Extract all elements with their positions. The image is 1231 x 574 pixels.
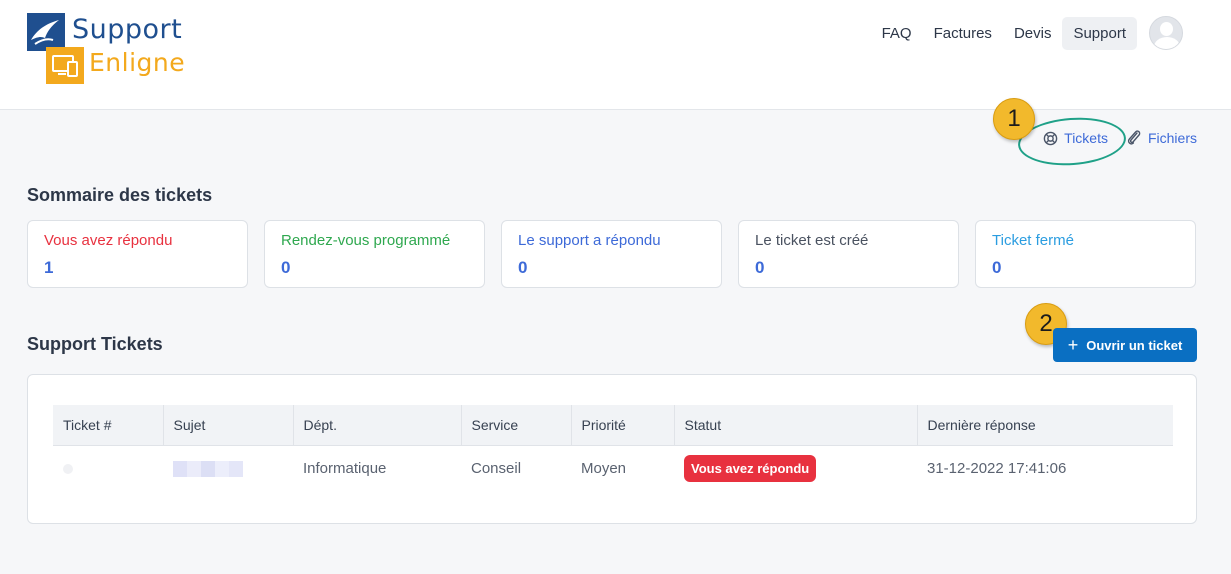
avatar-body-shape bbox=[1154, 37, 1180, 49]
card-label: Ticket fermé bbox=[992, 232, 1074, 249]
cell-priority: Moyen bbox=[581, 459, 627, 477]
card-label: Le support a répondu bbox=[518, 232, 661, 249]
open-ticket-button[interactable]: + Ouvrir un ticket bbox=[1053, 328, 1197, 362]
cell-last-reply: 31-12-2022 17:41:06 bbox=[927, 459, 1067, 477]
nav-faq[interactable]: FAQ bbox=[871, 17, 923, 50]
card-value: 0 bbox=[518, 258, 528, 277]
redacted-ticket-number bbox=[63, 463, 73, 474]
lifebuoy-icon bbox=[1043, 131, 1058, 145]
col-status[interactable]: Statut bbox=[674, 405, 918, 446]
paperclip-icon bbox=[1127, 130, 1141, 145]
summary-card-appointment[interactable]: Rendez-vous programmé 0 bbox=[264, 220, 485, 288]
files-link[interactable]: Fichiers bbox=[1126, 129, 1197, 147]
cell-service: Conseil bbox=[471, 459, 522, 477]
col-priority[interactable]: Priorité bbox=[571, 405, 675, 446]
col-department[interactable]: Dépt. bbox=[293, 405, 462, 446]
main-nav: FAQ Factures Devis Support bbox=[871, 16, 1183, 50]
card-label: Le ticket est créé bbox=[755, 232, 869, 249]
card-value: 1 bbox=[44, 258, 54, 277]
nav-support[interactable]: Support bbox=[1062, 16, 1137, 50]
card-value: 0 bbox=[992, 258, 1002, 277]
card-label: Rendez-vous programmé bbox=[281, 232, 451, 249]
col-ticket-number[interactable]: Ticket # bbox=[53, 405, 164, 446]
summary-title: Sommaire des tickets bbox=[27, 185, 213, 205]
cell-ticket-number[interactable] bbox=[53, 445, 163, 491]
tickets-table: Ticket # Sujet Dépt. Service Priorité St… bbox=[53, 405, 1173, 491]
table-row[interactable]: Informatique Conseil Moyen Vous avez rép… bbox=[53, 445, 1173, 491]
plus-icon: + bbox=[1067, 335, 1079, 355]
table-header-row: Ticket # Sujet Dépt. Service Priorité St… bbox=[53, 405, 1173, 446]
avatar-head-shape bbox=[1160, 22, 1173, 36]
support-sublinks: Tickets Fichiers bbox=[1043, 129, 1197, 147]
redacted-subject bbox=[173, 460, 243, 477]
open-ticket-label: Ouvrir un ticket bbox=[1086, 337, 1183, 353]
col-last-reply[interactable]: Dernière réponse bbox=[917, 405, 1173, 446]
card-label: Vous avez répondu bbox=[44, 232, 173, 249]
status-badge: Vous avez répondu bbox=[684, 454, 817, 482]
devices-icon bbox=[52, 55, 78, 77]
card-value: 0 bbox=[755, 258, 765, 277]
summary-cards: Vous avez répondu 1 Rendez-vous programm… bbox=[27, 220, 1196, 288]
step-badge-1: 1 bbox=[993, 98, 1035, 140]
tickets-link-label: Tickets bbox=[1064, 130, 1108, 146]
col-service[interactable]: Service bbox=[461, 405, 572, 446]
tickets-panel: Ticket # Sujet Dépt. Service Priorité St… bbox=[27, 374, 1197, 524]
nav-factures[interactable]: Factures bbox=[923, 17, 1003, 50]
brand-name-line1: Support bbox=[72, 14, 183, 45]
col-subject[interactable]: Sujet bbox=[163, 405, 294, 446]
cell-status: Vous avez répondu bbox=[674, 445, 917, 491]
nav-devis[interactable]: Devis bbox=[1003, 17, 1063, 50]
card-value: 0 bbox=[281, 258, 291, 277]
tickets-link[interactable]: Tickets bbox=[1043, 130, 1108, 146]
cell-subject[interactable] bbox=[163, 445, 293, 491]
summary-card-support-replied[interactable]: Le support a répondu 0 bbox=[501, 220, 722, 288]
summary-card-replied[interactable]: Vous avez répondu 1 bbox=[27, 220, 248, 288]
bird-icon bbox=[31, 20, 59, 45]
brand-name-line2: Enligne bbox=[89, 48, 186, 77]
cell-department: Informatique bbox=[303, 459, 387, 477]
tickets-title: Support Tickets bbox=[27, 334, 163, 354]
summary-card-closed[interactable]: Ticket fermé 0 bbox=[975, 220, 1196, 288]
files-link-label: Fichiers bbox=[1147, 130, 1197, 146]
brand-logo[interactable]: Support Enligne bbox=[27, 13, 187, 87]
user-avatar[interactable] bbox=[1149, 16, 1183, 50]
site-header: Support Enligne FAQ Factures Devis Suppo… bbox=[0, 0, 1231, 110]
summary-card-created[interactable]: Le ticket est créé 0 bbox=[738, 220, 959, 288]
